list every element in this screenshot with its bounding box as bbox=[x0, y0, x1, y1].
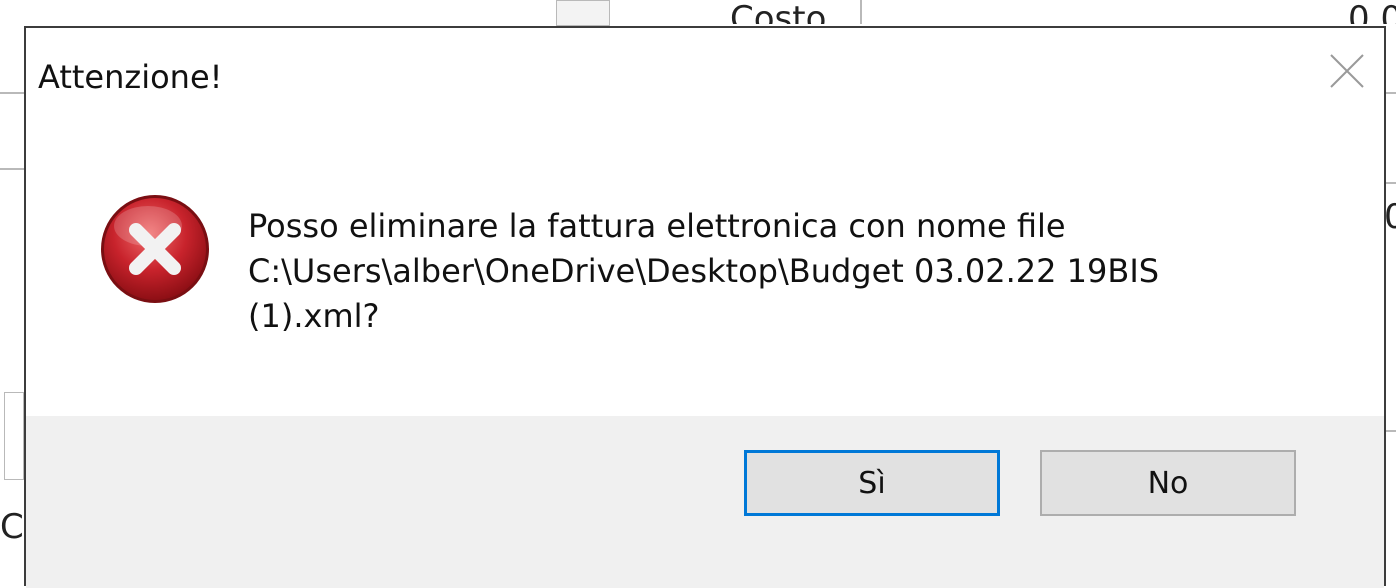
dialog-message: Posso eliminare la fattura elettronica c… bbox=[248, 204, 1328, 339]
background-divider bbox=[1386, 430, 1396, 432]
background-divider bbox=[1386, 92, 1396, 94]
background-value: C bbox=[0, 510, 22, 544]
message-dialog: Attenzione! Posso eliminare la fattura e… bbox=[24, 26, 1386, 588]
error-icon bbox=[101, 195, 209, 303]
background-value: 0,0 bbox=[1348, 2, 1396, 24]
background-cell bbox=[556, 0, 610, 26]
background-divider bbox=[0, 92, 24, 94]
close-icon bbox=[1330, 54, 1364, 88]
background-divider bbox=[1386, 182, 1396, 184]
no-button[interactable]: No bbox=[1040, 450, 1296, 516]
background-divider bbox=[0, 168, 24, 170]
message-line: Posso eliminare la fattura elettronica c… bbox=[248, 207, 1066, 245]
dialog-button-bar: Sì No bbox=[26, 416, 1384, 588]
close-button[interactable] bbox=[1324, 48, 1370, 94]
background-cell bbox=[4, 392, 24, 480]
yes-button[interactable]: Sì bbox=[744, 450, 1000, 516]
background-divider bbox=[860, 0, 862, 24]
message-line: C:\Users\alber\OneDrive\Desktop\Budget 0… bbox=[248, 252, 1160, 290]
dialog-title: Attenzione! bbox=[38, 58, 223, 96]
background-column-header: Costo bbox=[730, 2, 827, 24]
message-line: (1).xml? bbox=[248, 297, 380, 335]
